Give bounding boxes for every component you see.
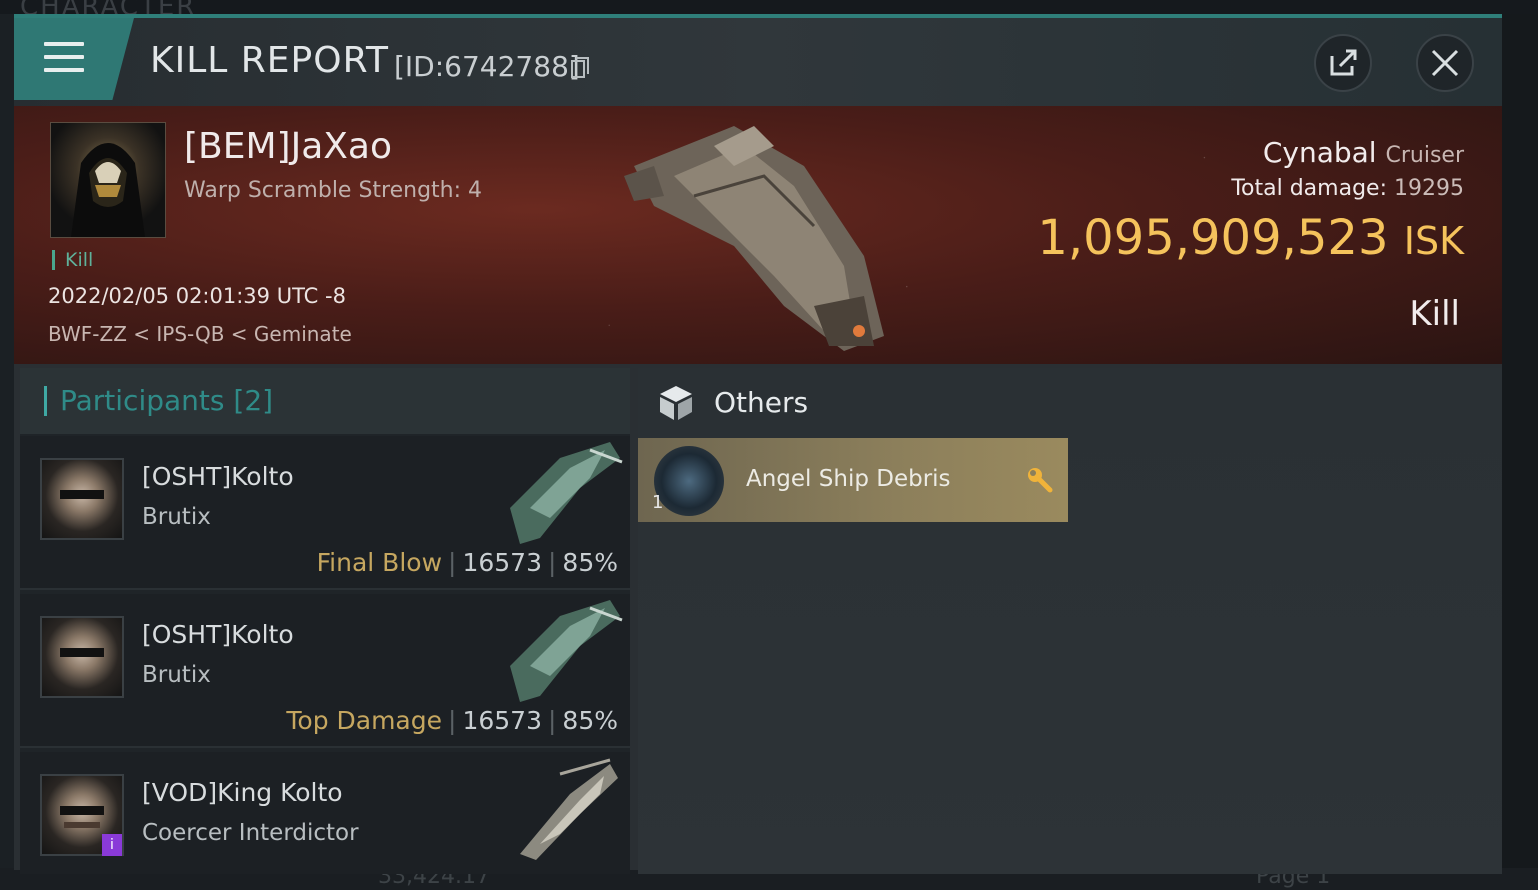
background-title-strip: CHARACTER [0, 0, 1538, 14]
item-name: Angel Ship Debris [746, 466, 951, 492]
victim-ship-name: Cynabal [1262, 136, 1377, 169]
victim-name[interactable]: [BEM]JaXao [184, 126, 392, 167]
isk-unit: ISK [1403, 219, 1464, 263]
victim-header: [BEM]JaXao Warp Scramble Strength: 4 Kil… [14, 106, 1502, 364]
kill-report-window: KILL REPORT [ID:6742788] [BEM]JaXao Warp… [14, 14, 1502, 874]
warp-scramble-strength: Warp Scramble Strength: 4 [184, 178, 483, 203]
participant-row[interactable]: i [VOD]King Kolto Coercer Interdictor [20, 752, 630, 874]
participants-label: Participants [2] [60, 384, 274, 417]
participant-ship-image[interactable] [500, 596, 624, 704]
participant-stats: Final Blow | 16573 | 85% [316, 548, 618, 577]
participants-count: [2] [233, 384, 274, 417]
others-panel: Others 1 Angel Ship Debris [638, 368, 1502, 874]
participant-portrait[interactable] [40, 458, 124, 540]
item-quantity: 1 [652, 492, 664, 513]
isk-value: 1,095,909,523 ISK [1037, 210, 1464, 266]
participants-accent-bar [44, 386, 47, 416]
victim-ship-image[interactable] [614, 106, 904, 364]
background-right-panel [1502, 14, 1538, 870]
window-title: KILL REPORT [150, 40, 389, 81]
menu-button[interactable] [14, 18, 134, 100]
participant-portrait[interactable]: i [40, 774, 124, 856]
participants-header[interactable]: Participants [2] [20, 368, 630, 434]
participant-name[interactable]: [OSHT]Kolto [142, 462, 294, 491]
participant-row[interactable]: [OSHT]Kolto Brutix Final Blow | 16573 | 85% [20, 436, 630, 590]
kill-datetime: 2022/02/05 02:01:39 UTC -8 [48, 284, 346, 308]
kill-location[interactable]: BWF-ZZ < IPS-QB < Geminate [48, 322, 352, 346]
item-card[interactable]: 1 Angel Ship Debris [638, 438, 1068, 522]
victim-portrait[interactable] [50, 122, 166, 238]
others-label: Others [714, 386, 809, 419]
close-icon [1431, 49, 1459, 77]
participant-name[interactable]: [VOD]King Kolto [142, 778, 343, 807]
total-damage-value: 19295 [1394, 176, 1464, 201]
title-bar: KILL REPORT [ID:6742788] [14, 18, 1502, 106]
wrench-icon[interactable] [1026, 466, 1054, 494]
participant-percent: 85% [562, 548, 618, 577]
copy-icon[interactable] [570, 56, 590, 80]
participant-ship-image[interactable] [500, 754, 624, 862]
hooded-figure-icon [71, 143, 145, 237]
report-id: [ID:6742788] [394, 50, 580, 83]
participant-stats: Top Damage | 16573 | 85% [286, 706, 618, 735]
participant-ship: Coercer Interdictor [142, 820, 359, 846]
report-result: Kill [1409, 294, 1460, 334]
info-badge-icon: i [102, 834, 122, 856]
participant-tag: Final Blow [316, 548, 443, 577]
hamburger-icon [44, 42, 84, 74]
item-thumbnail [654, 446, 724, 516]
kill-tag: Kill [52, 250, 93, 270]
participant-row[interactable]: [OSHT]Kolto Brutix Top Damage | 16573 | 85% [20, 594, 630, 748]
export-button[interactable] [1314, 34, 1372, 92]
total-damage-label: Total damage: [1231, 176, 1387, 201]
participants-panel: Participants [2] [OSHT]Kolto Brutix Fina… [20, 368, 630, 874]
participant-portrait[interactable] [40, 616, 124, 698]
participant-damage: 16573 [462, 548, 542, 577]
participant-percent: 85% [562, 706, 618, 735]
participant-name[interactable]: [OSHT]Kolto [142, 620, 294, 649]
cube-icon [660, 386, 692, 420]
participant-tag: Top Damage [286, 706, 443, 735]
isk-amount: 1,095,909,523 [1037, 210, 1389, 266]
participant-ship: Brutix [142, 662, 211, 688]
victim-ship[interactable]: Cynabal Cruiser [1263, 136, 1464, 169]
export-icon [1330, 49, 1357, 76]
close-button[interactable] [1416, 34, 1474, 92]
total-damage: Total damage: 19295 [1231, 176, 1464, 201]
victim-ship-class: Cruiser [1385, 143, 1464, 168]
others-header: Others [638, 368, 1502, 438]
participant-damage: 16573 [462, 706, 542, 735]
participant-ship: Brutix [142, 504, 211, 530]
participant-ship-image[interactable] [500, 438, 624, 546]
